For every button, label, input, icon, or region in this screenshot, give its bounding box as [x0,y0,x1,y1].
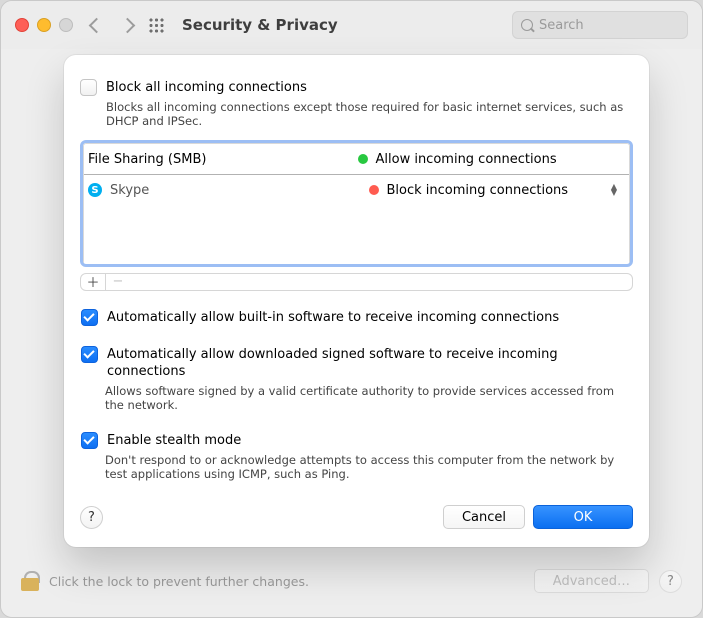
back-button[interactable] [89,17,105,33]
auto-signed-row[interactable]: Automatically allow downloaded signed so… [81,346,633,380]
add-remove-segment: ＋ − [80,273,633,291]
skype-icon: S [88,183,102,197]
cancel-button[interactable]: Cancel [443,505,525,529]
sheet-help-button[interactable]: ? [80,506,103,529]
status-select-arrows[interactable]: ▲▼ [611,184,617,196]
list-row[interactable]: File Sharing (SMB) Allow incoming connec… [84,144,629,175]
options-group: Automatically allow built-in software to… [80,309,633,481]
app-name: File Sharing (SMB) [88,152,352,167]
minimize-window-button[interactable] [37,18,51,32]
stealth-label: Enable stealth mode [107,432,241,449]
show-all-icon[interactable] [149,18,164,33]
window-controls [15,18,73,32]
list-row[interactable]: S Skype Block incoming connections ▲▼ [84,175,629,205]
auto-builtin-checkbox[interactable] [81,309,98,326]
add-app-button[interactable]: ＋ [81,274,105,290]
block-all-label: Block all incoming connections [106,79,633,96]
app-status: Allow incoming connections [376,152,557,167]
stealth-row[interactable]: Enable stealth mode [81,432,633,449]
status-dot-block [369,185,379,195]
auto-signed-checkbox[interactable] [81,346,98,363]
zoom-window-button[interactable] [59,18,73,32]
apps-listbox[interactable]: File Sharing (SMB) Allow incoming connec… [80,140,633,267]
advanced-button[interactable]: Advanced… [534,569,649,593]
lock-row: Click the lock to prevent further change… [21,563,682,599]
close-window-button[interactable] [15,18,29,32]
search-field[interactable]: Search [512,11,688,39]
firewall-options-sheet: Block all incoming connections Blocks al… [64,55,649,547]
search-icon [521,19,533,31]
preferences-window: Security & Privacy Search Click the lock… [0,0,703,618]
help-button-bg[interactable]: ? [659,570,682,593]
block-all-row[interactable]: Block all incoming connections Blocks al… [80,79,633,128]
sheet-footer: ? Cancel OK [80,481,633,529]
app-status: Block incoming connections [387,183,569,198]
auto-signed-desc: Allows software signed by a valid certif… [81,384,633,412]
forward-button[interactable] [120,17,136,33]
app-name: Skype [110,183,363,198]
stealth-desc: Don't respond to or acknowledge attempts… [81,453,633,481]
block-all-checkbox[interactable] [80,79,97,96]
auto-signed-label: Automatically allow downloaded signed so… [107,346,633,380]
auto-builtin-row[interactable]: Automatically allow built-in software to… [81,309,633,326]
lock-icon[interactable] [21,571,39,591]
auto-builtin-label: Automatically allow built-in software to… [107,309,559,326]
status-dot-allow [358,154,368,164]
remove-app-button[interactable]: − [105,274,130,290]
stealth-checkbox[interactable] [81,432,98,449]
window-title: Security & Privacy [182,16,338,34]
lock-text: Click the lock to prevent further change… [49,574,309,589]
block-all-desc: Blocks all incoming connections except t… [106,100,633,128]
nav-arrows [91,20,133,31]
ok-button[interactable]: OK [533,505,633,529]
search-placeholder: Search [539,18,584,33]
toolbar: Security & Privacy Search [1,1,702,49]
